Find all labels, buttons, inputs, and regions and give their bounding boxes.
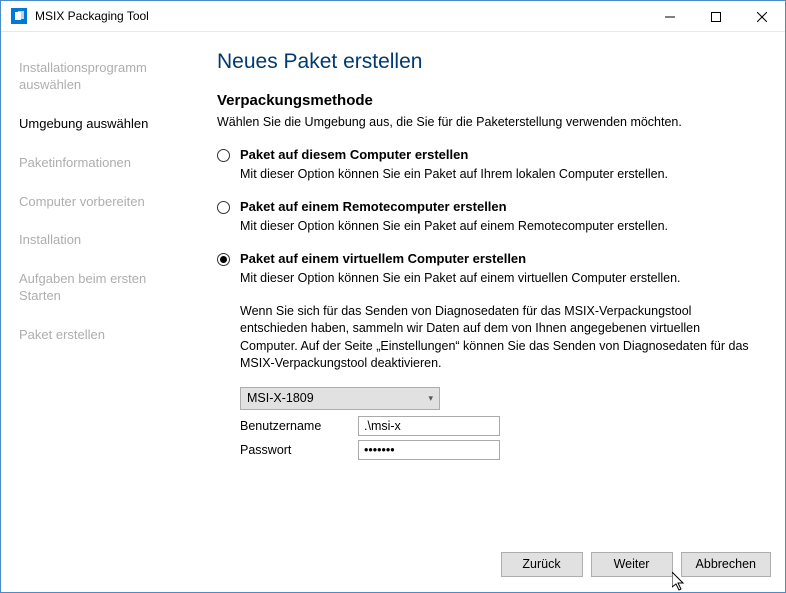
section-subtitle: Wählen Sie die Umgebung aus, die Sie für…	[217, 115, 761, 129]
back-button[interactable]: Zurück	[501, 552, 583, 577]
page-title: Neues Paket erstellen	[217, 50, 761, 74]
sidebar-item-create[interactable]: Paket erstellen	[19, 327, 181, 344]
close-button[interactable]	[739, 1, 785, 32]
option-local-desc: Mit dieser Option können Sie ein Paket a…	[240, 166, 761, 183]
username-input[interactable]	[358, 416, 500, 436]
option-vm-desc: Mit dieser Option können Sie ein Paket a…	[240, 270, 761, 287]
vm-select[interactable]: MSI-X-1809 ▾	[240, 387, 440, 410]
password-input[interactable]	[358, 440, 500, 460]
radio-local[interactable]	[217, 149, 230, 162]
sidebar-item-packageinfo[interactable]: Paketinformationen	[19, 155, 181, 172]
chevron-down-icon: ▾	[428, 393, 433, 404]
main-pane: Neues Paket erstellen Verpackungsmethode…	[199, 32, 785, 536]
titlebar: MSIX Packaging Tool	[1, 1, 785, 32]
option-vm[interactable]: Paket auf einem virtuellem Computer erst…	[217, 251, 761, 266]
cancel-button[interactable]: Abbrechen	[681, 552, 771, 577]
window-title: MSIX Packaging Tool	[35, 9, 647, 23]
radio-remote[interactable]	[217, 201, 230, 214]
password-row: Passwort	[240, 440, 761, 460]
username-row: Benutzername	[240, 416, 761, 436]
radio-vm[interactable]	[217, 253, 230, 266]
window-controls	[647, 1, 785, 31]
minimize-button[interactable]	[647, 1, 693, 32]
app-icon	[11, 8, 27, 24]
option-remote-label: Paket auf einem Remotecomputer erstellen	[240, 199, 507, 214]
vm-select-value: MSI-X-1809	[247, 391, 314, 405]
sidebar-item-firstlaunch[interactable]: Aufgaben beim ersten Starten	[19, 271, 181, 305]
option-remote[interactable]: Paket auf einem Remotecomputer erstellen	[217, 199, 761, 214]
option-vm-note: Wenn Sie sich für das Senden von Diagnos…	[240, 303, 760, 373]
sidebar-item-environment[interactable]: Umgebung auswählen	[19, 116, 181, 133]
app-window: MSIX Packaging Tool Installationsprogram…	[0, 0, 786, 593]
password-label: Passwort	[240, 443, 358, 457]
username-label: Benutzername	[240, 419, 358, 433]
sidebar-item-prepare[interactable]: Computer vorbereiten	[19, 194, 181, 211]
content: Installationsprogramm auswählen Umgebung…	[1, 32, 785, 592]
section-title: Verpackungsmethode	[217, 92, 761, 109]
footer: Zurück Weiter Abbrechen	[1, 536, 785, 592]
option-local-label: Paket auf diesem Computer erstellen	[240, 147, 468, 162]
option-vm-label: Paket auf einem virtuellem Computer erst…	[240, 251, 526, 266]
vm-form: MSI-X-1809 ▾ Benutzername Passwort	[240, 387, 761, 460]
maximize-button[interactable]	[693, 1, 739, 32]
main-row: Installationsprogramm auswählen Umgebung…	[1, 32, 785, 536]
sidebar-item-installation[interactable]: Installation	[19, 232, 181, 249]
sidebar: Installationsprogramm auswählen Umgebung…	[1, 32, 199, 536]
option-remote-desc: Mit dieser Option können Sie ein Paket a…	[240, 218, 761, 235]
option-local[interactable]: Paket auf diesem Computer erstellen	[217, 147, 761, 162]
sidebar-item-installer[interactable]: Installationsprogramm auswählen	[19, 60, 181, 94]
next-button[interactable]: Weiter	[591, 552, 673, 577]
